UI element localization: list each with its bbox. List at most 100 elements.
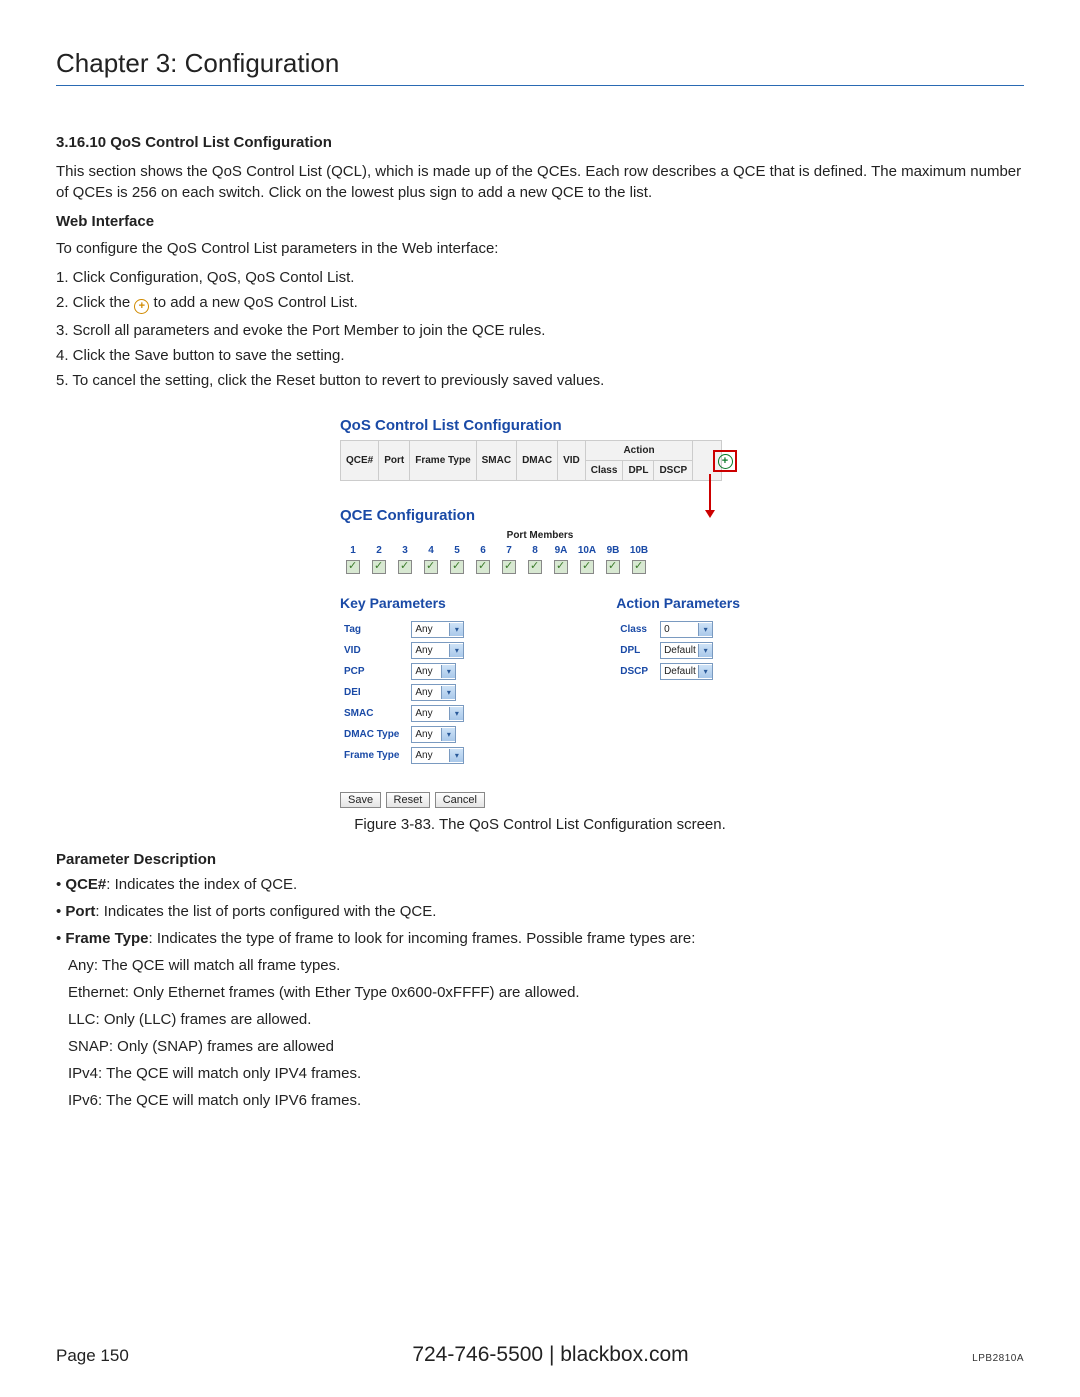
web-interface-heading: Web Interface xyxy=(56,213,1024,230)
pd-port: Port: Indicates the list of ports config… xyxy=(56,903,1024,920)
qce-config-title: QCE Configuration xyxy=(340,507,740,524)
chevron-down-icon: ▾ xyxy=(698,623,712,636)
port-header: 5 xyxy=(444,543,470,558)
port-checkbox[interactable] xyxy=(554,560,568,574)
kp-smac-select[interactable]: Any▾ xyxy=(411,705,464,722)
kp-frametype-select[interactable]: Any▾ xyxy=(411,747,464,764)
port-checkbox[interactable] xyxy=(476,560,490,574)
chevron-down-icon: ▾ xyxy=(449,707,463,720)
chevron-down-icon: ▾ xyxy=(449,623,463,636)
qcl-header-table: QCE# Port Frame Type SMAC DMAC VID Actio… xyxy=(340,440,722,481)
qcl-config-title: QoS Control List Configuration xyxy=(340,417,740,434)
arrow-annotation xyxy=(709,474,711,512)
chevron-down-icon: ▾ xyxy=(698,644,712,657)
ft-snap: SNAP: Only (SNAP) frames are allowed xyxy=(68,1038,1024,1055)
port-header: 7 xyxy=(496,543,522,558)
add-qce-icon[interactable]: + xyxy=(718,454,733,469)
kp-pcp-select[interactable]: Any▾ xyxy=(411,663,456,680)
add-icon: + xyxy=(134,299,149,314)
kp-tag-select[interactable]: Any▾ xyxy=(411,621,464,638)
port-checkbox[interactable] xyxy=(606,560,620,574)
chapter-title: Chapter 3: Configuration xyxy=(56,48,1024,79)
page-footer: Page 150 724-746-5500 | blackbox.com LPB… xyxy=(56,1343,1024,1367)
col-dmac: DMAC xyxy=(517,441,558,481)
model-number: LPB2810A xyxy=(972,1353,1024,1364)
port-header: 6 xyxy=(470,543,496,558)
col-smac: SMAC xyxy=(476,441,516,481)
step-2: 2. Click the + to add a new QoS Control … xyxy=(56,294,1024,314)
divider xyxy=(56,85,1024,86)
action-parameters-title: Action Parameters xyxy=(616,595,740,611)
kp-dmactype-label: DMAC Type xyxy=(340,724,407,745)
key-parameters-table: TagAny▾ VIDAny▾ PCPAny▾ DEIAny▾ SMACAny▾… xyxy=(340,619,468,766)
kp-vid-select[interactable]: Any▾ xyxy=(411,642,464,659)
port-members-table: 123456789A10A9B10B xyxy=(340,543,652,579)
intro-paragraph: This section shows the QoS Control List … xyxy=(56,161,1024,203)
port-header: 10B xyxy=(626,543,652,558)
col-frame-type: Frame Type xyxy=(410,441,476,481)
col-dscp: DSCP xyxy=(654,461,693,481)
port-checkbox[interactable] xyxy=(528,560,542,574)
reset-button[interactable]: Reset xyxy=(386,792,431,808)
port-checkbox[interactable] xyxy=(346,560,360,574)
ft-llc: LLC: Only (LLC) frames are allowed. xyxy=(68,1011,1024,1028)
chevron-down-icon: ▾ xyxy=(449,644,463,657)
col-class: Class xyxy=(585,461,623,481)
figure-caption: Figure 3-83. The QoS Control List Config… xyxy=(56,816,1024,833)
action-parameters-table: Class0▾ DPLDefault▾ DSCPDefault▾ xyxy=(616,619,717,682)
page-number: Page 150 xyxy=(56,1346,129,1366)
cancel-button[interactable]: Cancel xyxy=(435,792,485,808)
col-port: Port xyxy=(379,441,410,481)
parameter-description-heading: Parameter Description xyxy=(56,851,1024,868)
port-checkbox[interactable] xyxy=(502,560,516,574)
port-header: 9B xyxy=(600,543,626,558)
kp-vid-label: VID xyxy=(340,640,407,661)
ap-class-select[interactable]: 0▾ xyxy=(660,621,713,638)
kp-tag-label: Tag xyxy=(340,619,407,640)
port-header: 10A xyxy=(574,543,600,558)
pd-qce: QCE#: Indicates the index of QCE. xyxy=(56,876,1024,893)
ft-ipv4: IPv4: The QCE will match only IPV4 frame… xyxy=(68,1065,1024,1082)
port-header: 3 xyxy=(392,543,418,558)
port-header: 2 xyxy=(366,543,392,558)
port-checkbox[interactable] xyxy=(580,560,594,574)
port-checkbox[interactable] xyxy=(450,560,464,574)
ap-dscp-label: DSCP xyxy=(616,661,656,682)
ap-dpl-select[interactable]: Default▾ xyxy=(660,642,713,659)
col-action: Action xyxy=(585,441,692,461)
step-4: 4. Click the Save button to save the set… xyxy=(56,347,1024,364)
port-checkbox[interactable] xyxy=(372,560,386,574)
port-checkbox[interactable] xyxy=(424,560,438,574)
save-button[interactable]: Save xyxy=(340,792,381,808)
step-2b: to add a new QoS Control List. xyxy=(154,294,358,311)
col-vid: VID xyxy=(558,441,586,481)
kp-dmactype-select[interactable]: Any▾ xyxy=(411,726,456,743)
port-members-caption: Port Members xyxy=(340,530,740,541)
footer-contact: 724-746-5500 | blackbox.com xyxy=(129,1343,972,1367)
port-header: 8 xyxy=(522,543,548,558)
kp-pcp-label: PCP xyxy=(340,661,407,682)
col-qce: QCE# xyxy=(341,441,379,481)
port-header: 4 xyxy=(418,543,444,558)
key-parameters-title: Key Parameters xyxy=(340,595,468,611)
pd-frametype: Frame Type: Indicates the type of frame … xyxy=(56,930,1024,947)
port-checkbox[interactable] xyxy=(398,560,412,574)
chevron-down-icon: ▾ xyxy=(441,686,455,699)
step-1: 1. Click Configuration, QoS, QoS Contol … xyxy=(56,269,1024,286)
kp-dei-label: DEI xyxy=(340,682,407,703)
port-header: 9A xyxy=(548,543,574,558)
ap-dscp-select[interactable]: Default▾ xyxy=(660,663,713,680)
step-3: 3. Scroll all parameters and evoke the P… xyxy=(56,322,1024,339)
ft-any: Any: The QCE will match all frame types. xyxy=(68,957,1024,974)
chevron-down-icon: ▾ xyxy=(698,665,712,678)
add-qce-button-highlight: + xyxy=(713,450,737,472)
web-interface-intro: To configure the QoS Control List parame… xyxy=(56,238,1024,259)
col-dpl: DPL xyxy=(623,461,654,481)
chevron-down-icon: ▾ xyxy=(441,728,455,741)
chevron-down-icon: ▾ xyxy=(449,749,463,762)
port-checkbox[interactable] xyxy=(632,560,646,574)
ap-class-label: Class xyxy=(616,619,656,640)
step-5: 5. To cancel the setting, click the Rese… xyxy=(56,372,1024,389)
section-heading: 3.16.10 QoS Control List Configuration xyxy=(56,134,1024,151)
kp-dei-select[interactable]: Any▾ xyxy=(411,684,456,701)
